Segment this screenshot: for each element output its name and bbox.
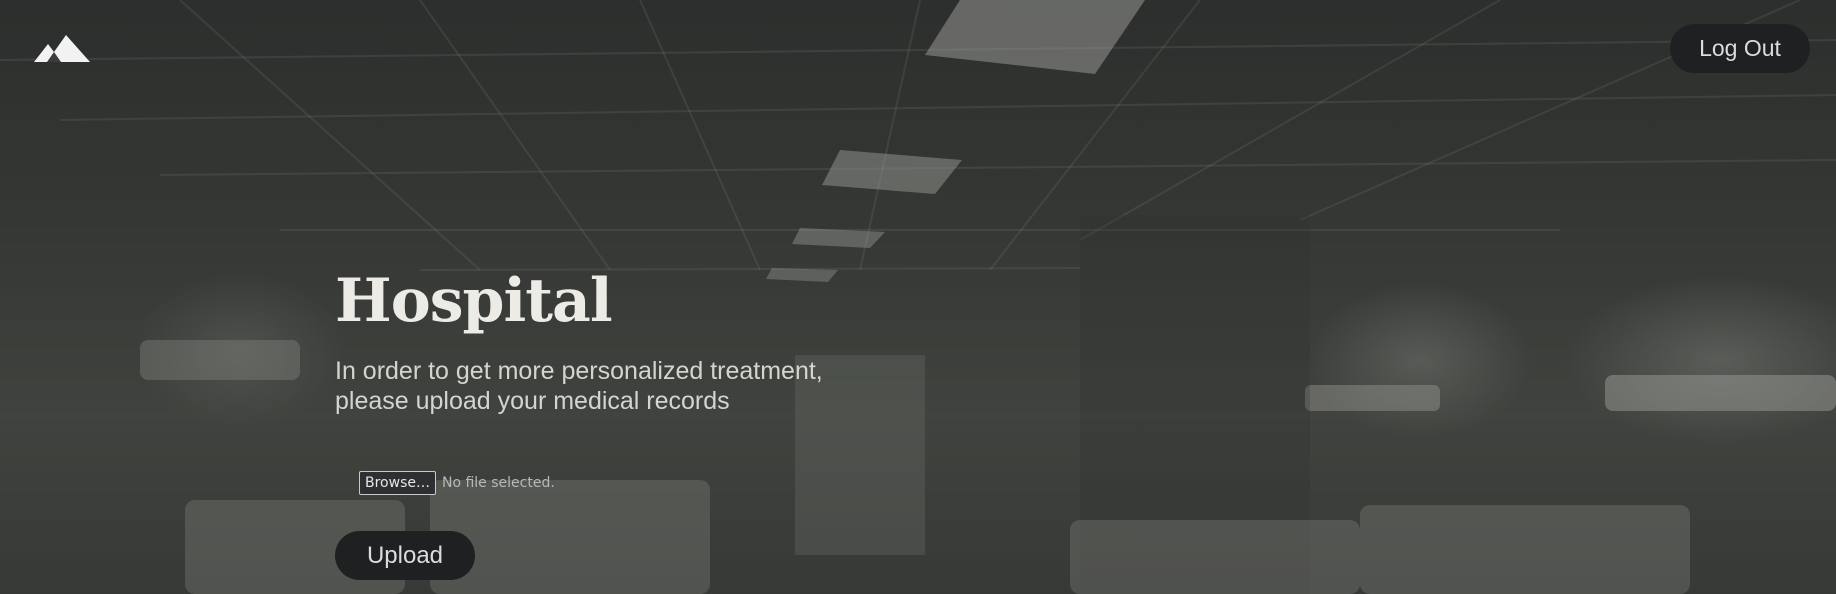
page-title: Hospital: [335, 266, 613, 336]
mountain-logo-icon[interactable]: [34, 32, 90, 66]
file-status-text: No file selected.: [441, 475, 555, 491]
hero-section: Hospital In order to get more personaliz…: [335, 260, 935, 416]
browse-button[interactable]: Browse…: [359, 471, 436, 495]
page-subtitle: In order to get more personalized treatm…: [335, 357, 823, 415]
logout-button[interactable]: Log Out: [1670, 24, 1810, 73]
upload-button[interactable]: Upload: [335, 531, 475, 580]
file-input[interactable]: Browse… No file selected.: [359, 470, 555, 496]
